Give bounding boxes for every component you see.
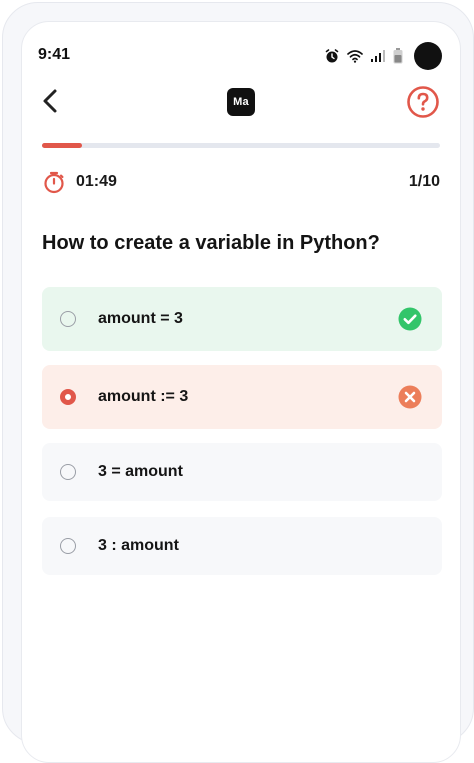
answer-option-1[interactable]: amount = 3: [42, 287, 442, 351]
answer-option-3[interactable]: 3 = amount: [42, 443, 442, 501]
battery-icon: [393, 48, 403, 64]
wifi-icon: [347, 49, 363, 63]
progress-bar: [42, 143, 440, 148]
help-question-icon: [407, 86, 439, 118]
answer-option-2[interactable]: amount := 3: [42, 365, 442, 429]
status-icons: [324, 42, 442, 70]
stopwatch-icon: [44, 171, 64, 194]
alarm-icon: [324, 48, 340, 64]
radio-button-selected[interactable]: [60, 389, 76, 405]
close-circle-icon: [398, 385, 422, 409]
question-text: How to create a variable in Python?: [42, 232, 380, 254]
screen-background: 9:41 Ma 01:49 1/10 How to create a varia…: [0, 0, 474, 763]
question-counter: 1/10: [408, 173, 440, 190]
status-time: 9:41: [38, 46, 71, 63]
timer: 01:49: [42, 170, 117, 194]
app-logo: Ma: [227, 88, 255, 116]
answer-label: amount = 3: [98, 310, 183, 327]
answer-label: 3 : amount: [98, 537, 179, 554]
front-camera: [414, 42, 442, 70]
check-circle-icon: [398, 307, 422, 331]
back-button[interactable]: [36, 86, 66, 116]
phone-frame: 9:41 Ma 01:49 1/10 How to create a varia…: [2, 2, 474, 763]
signal-icon: [370, 49, 386, 63]
answer-label: 3 = amount: [98, 463, 183, 480]
timer-value: 01:49: [76, 173, 117, 190]
help-button[interactable]: [406, 85, 440, 119]
back-chevron-icon: [43, 89, 57, 113]
radio-button[interactable]: [60, 464, 76, 480]
radio-button[interactable]: [60, 311, 76, 327]
radio-button[interactable]: [60, 538, 76, 554]
progress-fill: [42, 143, 82, 148]
answer-label: amount := 3: [98, 388, 189, 405]
answer-option-4[interactable]: 3 : amount: [42, 517, 442, 575]
answer-options: amount = 3 amount := 3 3 = amount 3: am…: [42, 287, 442, 591]
app-screen: 9:41 Ma 01:49 1/10 How to create a varia…: [21, 21, 461, 763]
